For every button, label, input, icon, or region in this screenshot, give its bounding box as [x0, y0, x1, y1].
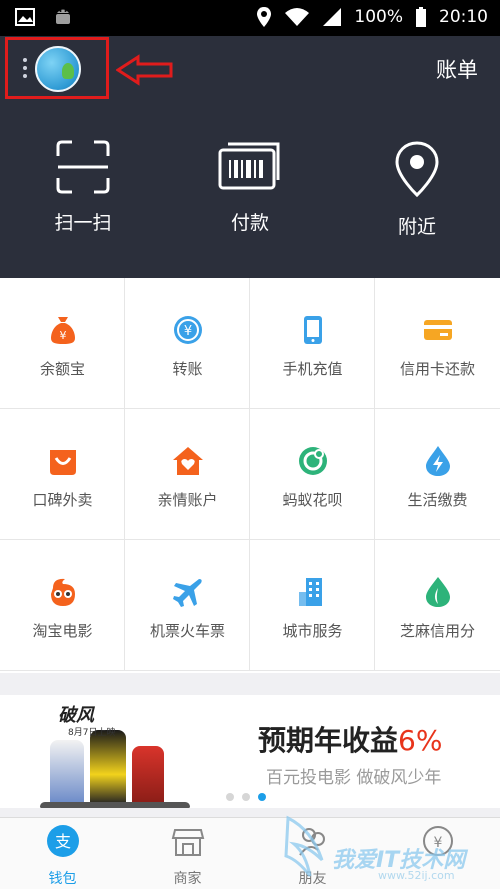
- battery-icon: [416, 7, 426, 27]
- service-phone-topup[interactable]: 手机充值: [250, 278, 375, 409]
- service-label: 转账: [172, 360, 203, 378]
- promo-banner[interactable]: 破风 8月7日上映 预期年收益6% 百元投电影 做破风少年: [0, 695, 500, 808]
- pay-button[interactable]: 付款: [185, 140, 315, 235]
- service-taobao-movie[interactable]: 淘宝电影: [0, 540, 125, 671]
- location-pin-icon: [395, 141, 439, 198]
- tab-label: 钱包: [48, 871, 77, 887]
- service-label: 芝麻信用分: [399, 622, 475, 640]
- battery-text: 100%: [354, 7, 403, 27]
- service-sesame-credit[interactable]: 芝麻信用分: [375, 540, 500, 671]
- tab-wallet[interactable]: 支 钱包: [0, 824, 125, 888]
- carousel-dot[interactable]: [226, 793, 234, 801]
- service-family-account[interactable]: 亲情账户: [125, 409, 250, 540]
- carousel-dot[interactable]: [242, 793, 250, 801]
- bill-button[interactable]: 账单: [436, 54, 478, 84]
- red-arrow-annotation: [116, 54, 173, 86]
- money-bag-icon: ¥: [51, 317, 75, 344]
- scan-button[interactable]: 扫一扫: [18, 140, 148, 235]
- svg-text:支: 支: [54, 832, 70, 851]
- airplane-icon: [173, 579, 202, 607]
- service-label: 蚂蚁花呗: [282, 491, 343, 509]
- avatar[interactable]: [35, 46, 81, 92]
- service-flights-trains[interactable]: 机票火车票: [125, 540, 250, 671]
- image-icon: [15, 8, 35, 26]
- service-yuebao[interactable]: ¥ 余额宝: [0, 278, 125, 409]
- phone-icon: [304, 316, 322, 344]
- nearby-button[interactable]: 附近: [352, 140, 482, 239]
- android-icon: [56, 9, 70, 24]
- service-label: 余额宝: [39, 360, 85, 378]
- service-city-services[interactable]: 城市服务: [250, 540, 375, 671]
- film-title: 破风: [58, 705, 94, 726]
- signal-icon: [323, 8, 342, 26]
- wallet-icon: 支: [46, 825, 79, 857]
- location-icon: [257, 7, 272, 27]
- banner-percent: 6%: [398, 724, 443, 757]
- huabei-icon: [299, 447, 327, 475]
- service-grid: ¥ 余额宝 ¥ 转账 手机充值 信用卡还款 口碑外卖 亲情账户 蚂蚁花呗 生活缴…: [0, 278, 500, 673]
- service-label: 城市服务: [282, 622, 343, 640]
- svg-text:¥: ¥: [60, 329, 67, 342]
- banner-headline: 预期年收益6%: [258, 724, 443, 757]
- quick-actions-panel: 扫一扫 付款 附近: [0, 102, 500, 278]
- app-header: 账单: [0, 36, 500, 102]
- watermark-url: www.52ij.com: [378, 869, 455, 882]
- service-label: 淘宝电影: [32, 622, 93, 640]
- glasses-mascot-icon: [51, 578, 75, 606]
- barcode-pay-icon: [218, 142, 280, 190]
- pay-label: 付款: [230, 212, 269, 234]
- service-koubei[interactable]: 口碑外卖: [0, 409, 125, 540]
- house-heart-icon: [173, 447, 203, 475]
- service-label: 机票火车票: [149, 622, 225, 640]
- svg-text:¥: ¥: [184, 324, 192, 339]
- service-utilities[interactable]: 生活缴费: [375, 409, 500, 540]
- transfer-icon: ¥: [174, 316, 202, 344]
- service-label: 信用卡还款: [399, 360, 475, 378]
- service-transfer[interactable]: ¥ 转账: [125, 278, 250, 409]
- smile-bag-icon: [50, 450, 76, 475]
- building-icon: [299, 578, 322, 606]
- tab-label: 商家: [173, 871, 202, 887]
- clock-time: 20:10: [439, 7, 488, 27]
- scan-icon: [56, 140, 110, 194]
- service-label: 手机充值: [282, 360, 343, 378]
- lightning-icon: [426, 446, 450, 476]
- credit-card-icon: [424, 320, 452, 340]
- kebab-menu-icon[interactable]: [22, 58, 28, 82]
- store-icon: [171, 829, 204, 856]
- wifi-icon: [285, 8, 310, 26]
- nearby-label: 附近: [397, 216, 436, 238]
- carousel-dots[interactable]: [226, 793, 266, 801]
- carousel-dot-active[interactable]: [258, 793, 266, 801]
- service-label: 生活缴费: [407, 491, 468, 509]
- status-bar: 100% 20:10: [0, 0, 500, 36]
- service-label: 亲情账户: [157, 491, 218, 509]
- sesame-icon: [426, 577, 450, 607]
- tab-merchants[interactable]: 商家: [125, 824, 250, 888]
- avatar-highlight-box: [5, 37, 109, 99]
- service-huabei[interactable]: 蚂蚁花呗: [250, 409, 375, 540]
- service-label: 口碑外卖: [32, 491, 93, 509]
- scan-label: 扫一扫: [54, 212, 112, 234]
- banner-subline: 百元投电影 做破风少年: [266, 768, 442, 788]
- site-watermark: 我爱IT技术网 www.52ij.com: [282, 810, 482, 889]
- film-date: 8月7日上映: [68, 728, 116, 738]
- service-credit-card[interactable]: 信用卡还款: [375, 278, 500, 409]
